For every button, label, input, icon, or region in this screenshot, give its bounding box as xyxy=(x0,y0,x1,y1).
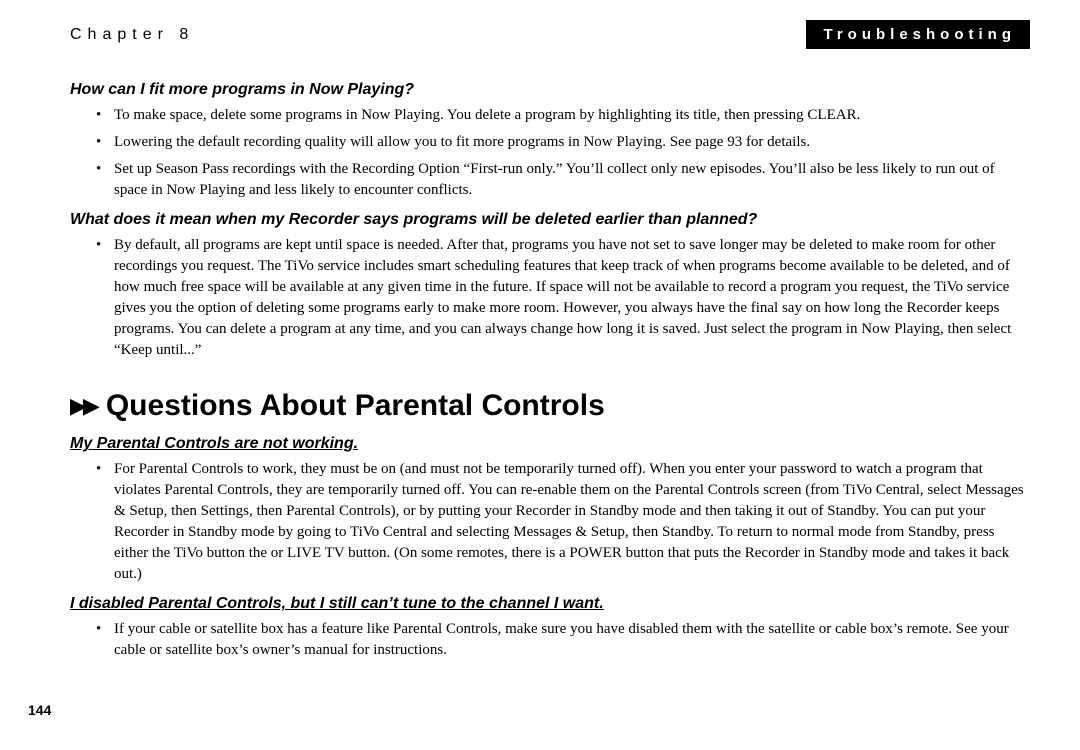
answer-list-2: By default, all programs are kept until … xyxy=(100,235,1030,361)
answer-list-1: To make space, delete some programs in N… xyxy=(100,105,1030,201)
page-header: Chapter 8 Troubleshooting xyxy=(70,20,1030,49)
question-heading-2: What does it mean when my Recorder says … xyxy=(70,211,1030,229)
list-item: Lowering the default recording quality w… xyxy=(100,132,1030,153)
section-heading: ▶▶ Questions About Parental Controls xyxy=(70,389,1030,423)
list-item: By default, all programs are kept until … xyxy=(100,235,1030,361)
list-item: If your cable or satellite box has a fea… xyxy=(100,619,1030,661)
list-item: Set up Season Pass recordings with the R… xyxy=(100,159,1030,201)
answer-list-3: For Parental Controls to work, they must… xyxy=(100,459,1030,585)
double-arrow-icon: ▶▶ xyxy=(70,393,96,419)
chapter-label: Chapter 8 xyxy=(70,26,194,44)
section-label: Troubleshooting xyxy=(806,20,1031,49)
page-number: 144 xyxy=(28,702,51,718)
question-heading-1: How can I fit more programs in Now Playi… xyxy=(70,81,1030,99)
question-heading-4: I disabled Parental Controls, but I stil… xyxy=(70,595,1030,613)
list-item: To make space, delete some programs in N… xyxy=(100,105,1030,126)
list-item: For Parental Controls to work, they must… xyxy=(100,459,1030,585)
answer-list-4: If your cable or satellite box has a fea… xyxy=(100,619,1030,661)
section-title: Questions About Parental Controls xyxy=(106,389,605,423)
question-heading-3: My Parental Controls are not working. xyxy=(70,435,1030,453)
